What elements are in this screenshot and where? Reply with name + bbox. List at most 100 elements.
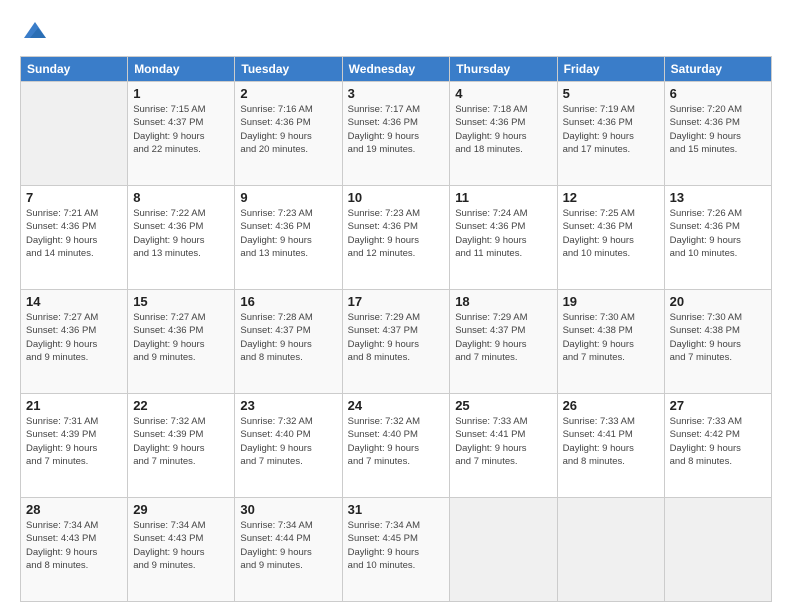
week-row-1: 1 Sunrise: 7:15 AM Sunset: 4:37 PM Daylig… xyxy=(21,82,772,186)
day-number: 24 xyxy=(348,398,445,413)
header-day-saturday: Saturday xyxy=(664,57,771,82)
day-info: Sunrise: 7:19 AM Sunset: 4:36 PM Dayligh… xyxy=(563,103,659,156)
day-info: Sunrise: 7:32 AM Sunset: 4:39 PM Dayligh… xyxy=(133,415,229,468)
calendar-cell: 20 Sunrise: 7:30 AM Sunset: 4:38 PM Dayli… xyxy=(664,290,771,394)
day-number: 28 xyxy=(26,502,122,517)
day-info: Sunrise: 7:29 AM Sunset: 4:37 PM Dayligh… xyxy=(455,311,551,364)
day-info: Sunrise: 7:34 AM Sunset: 4:44 PM Dayligh… xyxy=(240,519,336,572)
calendar-cell xyxy=(21,82,128,186)
day-number: 20 xyxy=(670,294,766,309)
day-info: Sunrise: 7:33 AM Sunset: 4:41 PM Dayligh… xyxy=(563,415,659,468)
day-number: 25 xyxy=(455,398,551,413)
calendar-cell: 17 Sunrise: 7:29 AM Sunset: 4:37 PM Dayli… xyxy=(342,290,450,394)
calendar-cell: 4Sunrise: 7:18 AM Sunset: 4:36 PM Daylig… xyxy=(450,82,557,186)
day-info: Sunrise: 7:25 AM Sunset: 4:36 PM Dayligh… xyxy=(563,207,659,260)
header-day-sunday: Sunday xyxy=(21,57,128,82)
day-number: 6 xyxy=(670,86,766,101)
week-row-5: 28 Sunrise: 7:34 AM Sunset: 4:43 PM Dayli… xyxy=(21,498,772,602)
day-info: Sunrise: 7:33 AM Sunset: 4:41 PM Dayligh… xyxy=(455,415,551,468)
calendar-cell: 8 Sunrise: 7:22 AM Sunset: 4:36 PM Daylig… xyxy=(128,186,235,290)
header-row: SundayMondayTuesdayWednesdayThursdayFrid… xyxy=(21,57,772,82)
day-info: Sunrise: 7:34 AM Sunset: 4:43 PM Dayligh… xyxy=(26,519,122,572)
header-day-thursday: Thursday xyxy=(450,57,557,82)
week-row-3: 14 Sunrise: 7:27 AM Sunset: 4:36 PM Dayli… xyxy=(21,290,772,394)
day-number: 3 xyxy=(348,86,445,101)
week-row-2: 7Sunrise: 7:21 AM Sunset: 4:36 PM Daylig… xyxy=(21,186,772,290)
day-info: Sunrise: 7:33 AM Sunset: 4:42 PM Dayligh… xyxy=(670,415,766,468)
day-info: Sunrise: 7:23 AM Sunset: 4:36 PM Dayligh… xyxy=(240,207,336,260)
header-day-wednesday: Wednesday xyxy=(342,57,450,82)
day-info: Sunrise: 7:27 AM Sunset: 4:36 PM Dayligh… xyxy=(26,311,122,364)
day-info: Sunrise: 7:31 AM Sunset: 4:39 PM Dayligh… xyxy=(26,415,122,468)
logo-icon xyxy=(20,18,50,48)
calendar-body: 1 Sunrise: 7:15 AM Sunset: 4:37 PM Daylig… xyxy=(21,82,772,602)
day-number: 17 xyxy=(348,294,445,309)
day-info: Sunrise: 7:30 AM Sunset: 4:38 PM Dayligh… xyxy=(563,311,659,364)
day-number: 15 xyxy=(133,294,229,309)
day-number: 8 xyxy=(133,190,229,205)
day-number: 12 xyxy=(563,190,659,205)
day-number: 31 xyxy=(348,502,445,517)
calendar-header: SundayMondayTuesdayWednesdayThursdayFrid… xyxy=(21,57,772,82)
calendar-cell: 15 Sunrise: 7:27 AM Sunset: 4:36 PM Dayli… xyxy=(128,290,235,394)
calendar-cell: 25 Sunrise: 7:33 AM Sunset: 4:41 PM Dayli… xyxy=(450,394,557,498)
day-number: 13 xyxy=(670,190,766,205)
calendar-cell: 6 Sunrise: 7:20 AM Sunset: 4:36 PM Daylig… xyxy=(664,82,771,186)
day-info: Sunrise: 7:27 AM Sunset: 4:36 PM Dayligh… xyxy=(133,311,229,364)
day-info: Sunrise: 7:15 AM Sunset: 4:37 PM Dayligh… xyxy=(133,103,229,156)
day-info: Sunrise: 7:22 AM Sunset: 4:36 PM Dayligh… xyxy=(133,207,229,260)
day-info: Sunrise: 7:21 AM Sunset: 4:36 PM Dayligh… xyxy=(26,207,122,260)
calendar-cell: 2Sunrise: 7:16 AM Sunset: 4:36 PM Daylig… xyxy=(235,82,342,186)
calendar-cell xyxy=(450,498,557,602)
day-number: 9 xyxy=(240,190,336,205)
calendar-cell: 13 Sunrise: 7:26 AM Sunset: 4:36 PM Dayli… xyxy=(664,186,771,290)
day-info: Sunrise: 7:23 AM Sunset: 4:36 PM Dayligh… xyxy=(348,207,445,260)
day-number: 5 xyxy=(563,86,659,101)
day-info: Sunrise: 7:20 AM Sunset: 4:36 PM Dayligh… xyxy=(670,103,766,156)
day-number: 16 xyxy=(240,294,336,309)
day-info: Sunrise: 7:26 AM Sunset: 4:36 PM Dayligh… xyxy=(670,207,766,260)
day-number: 19 xyxy=(563,294,659,309)
calendar-cell xyxy=(557,498,664,602)
day-number: 22 xyxy=(133,398,229,413)
day-info: Sunrise: 7:29 AM Sunset: 4:37 PM Dayligh… xyxy=(348,311,445,364)
day-number: 2 xyxy=(240,86,336,101)
calendar-cell: 16 Sunrise: 7:28 AM Sunset: 4:37 PM Dayli… xyxy=(235,290,342,394)
calendar-cell: 21 Sunrise: 7:31 AM Sunset: 4:39 PM Dayli… xyxy=(21,394,128,498)
day-number: 11 xyxy=(455,190,551,205)
calendar-cell: 28 Sunrise: 7:34 AM Sunset: 4:43 PM Dayli… xyxy=(21,498,128,602)
calendar-cell: 24Sunrise: 7:32 AM Sunset: 4:40 PM Dayli… xyxy=(342,394,450,498)
calendar-cell xyxy=(664,498,771,602)
calendar-cell: 27 Sunrise: 7:33 AM Sunset: 4:42 PM Dayli… xyxy=(664,394,771,498)
page: SundayMondayTuesdayWednesdayThursdayFrid… xyxy=(0,0,792,612)
day-info: Sunrise: 7:32 AM Sunset: 4:40 PM Dayligh… xyxy=(240,415,336,468)
calendar-cell: 31 Sunrise: 7:34 AM Sunset: 4:45 PM Dayli… xyxy=(342,498,450,602)
calendar-cell: 3 Sunrise: 7:17 AM Sunset: 4:36 PM Daylig… xyxy=(342,82,450,186)
calendar-cell: 19 Sunrise: 7:30 AM Sunset: 4:38 PM Dayli… xyxy=(557,290,664,394)
day-info: Sunrise: 7:30 AM Sunset: 4:38 PM Dayligh… xyxy=(670,311,766,364)
day-info: Sunrise: 7:17 AM Sunset: 4:36 PM Dayligh… xyxy=(348,103,445,156)
calendar-cell: 10Sunrise: 7:23 AM Sunset: 4:36 PM Dayli… xyxy=(342,186,450,290)
day-number: 4 xyxy=(455,86,551,101)
logo xyxy=(20,18,54,48)
header-day-monday: Monday xyxy=(128,57,235,82)
day-info: Sunrise: 7:34 AM Sunset: 4:43 PM Dayligh… xyxy=(133,519,229,572)
calendar-cell: 30Sunrise: 7:34 AM Sunset: 4:44 PM Dayli… xyxy=(235,498,342,602)
day-number: 26 xyxy=(563,398,659,413)
week-row-4: 21 Sunrise: 7:31 AM Sunset: 4:39 PM Dayli… xyxy=(21,394,772,498)
calendar-table: SundayMondayTuesdayWednesdayThursdayFrid… xyxy=(20,56,772,602)
calendar-cell: 11 Sunrise: 7:24 AM Sunset: 4:36 PM Dayli… xyxy=(450,186,557,290)
day-info: Sunrise: 7:24 AM Sunset: 4:36 PM Dayligh… xyxy=(455,207,551,260)
day-number: 21 xyxy=(26,398,122,413)
day-number: 27 xyxy=(670,398,766,413)
calendar-cell: 23Sunrise: 7:32 AM Sunset: 4:40 PM Dayli… xyxy=(235,394,342,498)
calendar-cell: 1 Sunrise: 7:15 AM Sunset: 4:37 PM Daylig… xyxy=(128,82,235,186)
day-info: Sunrise: 7:34 AM Sunset: 4:45 PM Dayligh… xyxy=(348,519,445,572)
header xyxy=(20,18,772,48)
day-number: 1 xyxy=(133,86,229,101)
day-number: 18 xyxy=(455,294,551,309)
day-info: Sunrise: 7:28 AM Sunset: 4:37 PM Dayligh… xyxy=(240,311,336,364)
day-number: 14 xyxy=(26,294,122,309)
calendar-cell: 26 Sunrise: 7:33 AM Sunset: 4:41 PM Dayli… xyxy=(557,394,664,498)
calendar-cell: 14 Sunrise: 7:27 AM Sunset: 4:36 PM Dayli… xyxy=(21,290,128,394)
